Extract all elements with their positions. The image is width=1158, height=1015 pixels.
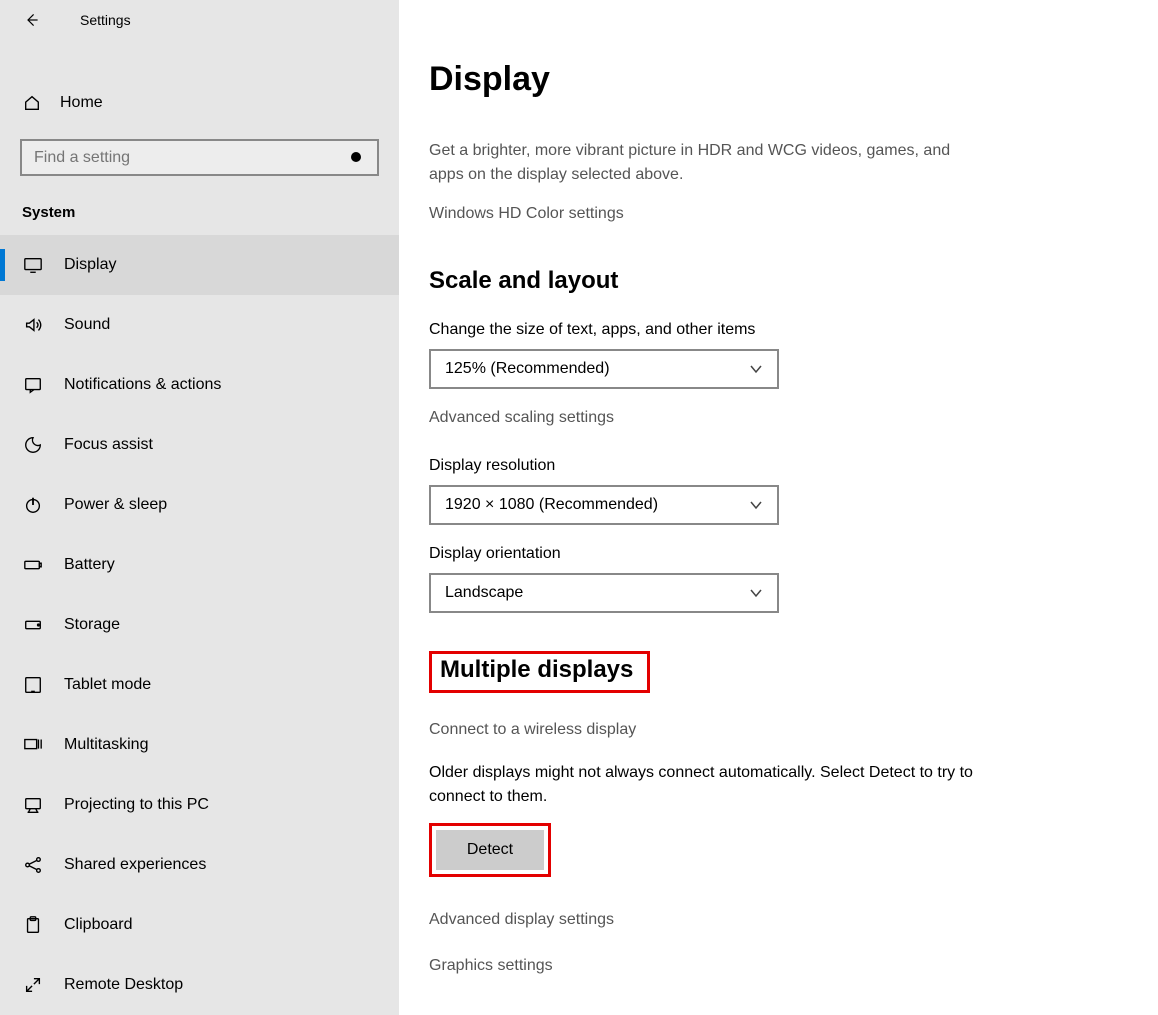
nav-label: Storage bbox=[64, 616, 120, 634]
nav-item-projecting[interactable]: Projecting to this PC bbox=[0, 775, 399, 835]
battery-icon bbox=[22, 554, 44, 576]
nav-label: Remote Desktop bbox=[64, 976, 183, 994]
nav-label: Notifications & actions bbox=[64, 376, 221, 394]
scale-dropdown[interactable]: 125% (Recommended) bbox=[429, 349, 779, 389]
scale-value: 125% (Recommended) bbox=[445, 360, 610, 378]
resolution-value: 1920 × 1080 (Recommended) bbox=[445, 496, 658, 514]
resolution-label: Display resolution bbox=[429, 457, 1158, 475]
power-icon bbox=[22, 494, 44, 516]
nav-item-display[interactable]: Display bbox=[0, 235, 399, 295]
nav-item-focus-assist[interactable]: Focus assist bbox=[0, 415, 399, 475]
nav-item-sound[interactable]: Sound bbox=[0, 295, 399, 355]
page-title: Display bbox=[429, 60, 1158, 99]
nav-label: Projecting to this PC bbox=[64, 796, 209, 814]
orientation-dropdown[interactable]: Landscape bbox=[429, 573, 779, 613]
scale-label: Change the size of text, apps, and other… bbox=[429, 321, 1158, 339]
home-icon bbox=[22, 93, 42, 113]
multiple-displays-highlight: Multiple displays bbox=[429, 651, 650, 693]
nav-label: Battery bbox=[64, 556, 115, 574]
nav-item-power[interactable]: Power & sleep bbox=[0, 475, 399, 535]
shared-icon bbox=[22, 854, 44, 876]
detect-highlight: Detect bbox=[429, 823, 551, 877]
focus-assist-icon bbox=[22, 434, 44, 456]
advanced-display-link[interactable]: Advanced display settings bbox=[429, 911, 1158, 929]
tablet-icon bbox=[22, 674, 44, 696]
orientation-label: Display orientation bbox=[429, 545, 1158, 563]
chevron-down-icon bbox=[749, 362, 763, 376]
hd-color-link[interactable]: Windows HD Color settings bbox=[429, 205, 1158, 223]
nav-label: Focus assist bbox=[64, 436, 153, 454]
category-header: System bbox=[22, 204, 399, 221]
sound-icon bbox=[22, 314, 44, 336]
display-icon bbox=[22, 254, 44, 276]
chevron-down-icon bbox=[749, 498, 763, 512]
nav-label: Tablet mode bbox=[64, 676, 151, 694]
resolution-dropdown[interactable]: 1920 × 1080 (Recommended) bbox=[429, 485, 779, 525]
nav-item-tablet[interactable]: Tablet mode bbox=[0, 655, 399, 715]
scale-section-title: Scale and layout bbox=[429, 267, 1158, 295]
app-title: Settings bbox=[80, 12, 131, 28]
hdr-description: Get a brighter, more vibrant picture in … bbox=[429, 139, 989, 187]
nav-label: Power & sleep bbox=[64, 496, 167, 514]
multitasking-icon bbox=[22, 734, 44, 756]
nav-item-multitasking[interactable]: Multitasking bbox=[0, 715, 399, 775]
graphics-settings-link[interactable]: Graphics settings bbox=[429, 957, 1158, 975]
multiple-displays-title: Multiple displays bbox=[440, 656, 633, 684]
nav-item-remote[interactable]: Remote Desktop bbox=[0, 955, 399, 1015]
nav-label: Sound bbox=[64, 316, 110, 334]
back-button[interactable] bbox=[22, 10, 42, 30]
nav-label: Clipboard bbox=[64, 916, 132, 934]
orientation-value: Landscape bbox=[445, 584, 523, 602]
nav-item-clipboard[interactable]: Clipboard bbox=[0, 895, 399, 955]
search-icon bbox=[349, 150, 365, 166]
advanced-scaling-link[interactable]: Advanced scaling settings bbox=[429, 409, 1158, 427]
notifications-icon bbox=[22, 374, 44, 396]
search-input-wrap[interactable] bbox=[20, 139, 379, 176]
nav-label: Shared experiences bbox=[64, 856, 206, 874]
chevron-down-icon bbox=[749, 586, 763, 600]
home-nav[interactable]: Home bbox=[0, 78, 399, 127]
titlebar: Settings bbox=[0, 0, 399, 40]
sidebar: Settings Home System Display Sound Notif… bbox=[0, 0, 399, 1015]
nav-list: Display Sound Notifications & actions Fo… bbox=[0, 235, 399, 1015]
clipboard-icon bbox=[22, 914, 44, 936]
wireless-display-link[interactable]: Connect to a wireless display bbox=[429, 721, 1158, 739]
detect-button[interactable]: Detect bbox=[436, 830, 544, 870]
nav-item-notifications[interactable]: Notifications & actions bbox=[0, 355, 399, 415]
remote-icon bbox=[22, 974, 44, 996]
older-displays-text: Older displays might not always connect … bbox=[429, 761, 989, 809]
main-content: Display Get a brighter, more vibrant pic… bbox=[399, 0, 1158, 1015]
nav-label: Display bbox=[64, 256, 116, 274]
nav-item-battery[interactable]: Battery bbox=[0, 535, 399, 595]
nav-item-shared[interactable]: Shared experiences bbox=[0, 835, 399, 895]
projecting-icon bbox=[22, 794, 44, 816]
home-label: Home bbox=[60, 94, 103, 112]
nav-item-storage[interactable]: Storage bbox=[0, 595, 399, 655]
search-input[interactable] bbox=[34, 149, 349, 167]
nav-label: Multitasking bbox=[64, 736, 148, 754]
storage-icon bbox=[22, 614, 44, 636]
